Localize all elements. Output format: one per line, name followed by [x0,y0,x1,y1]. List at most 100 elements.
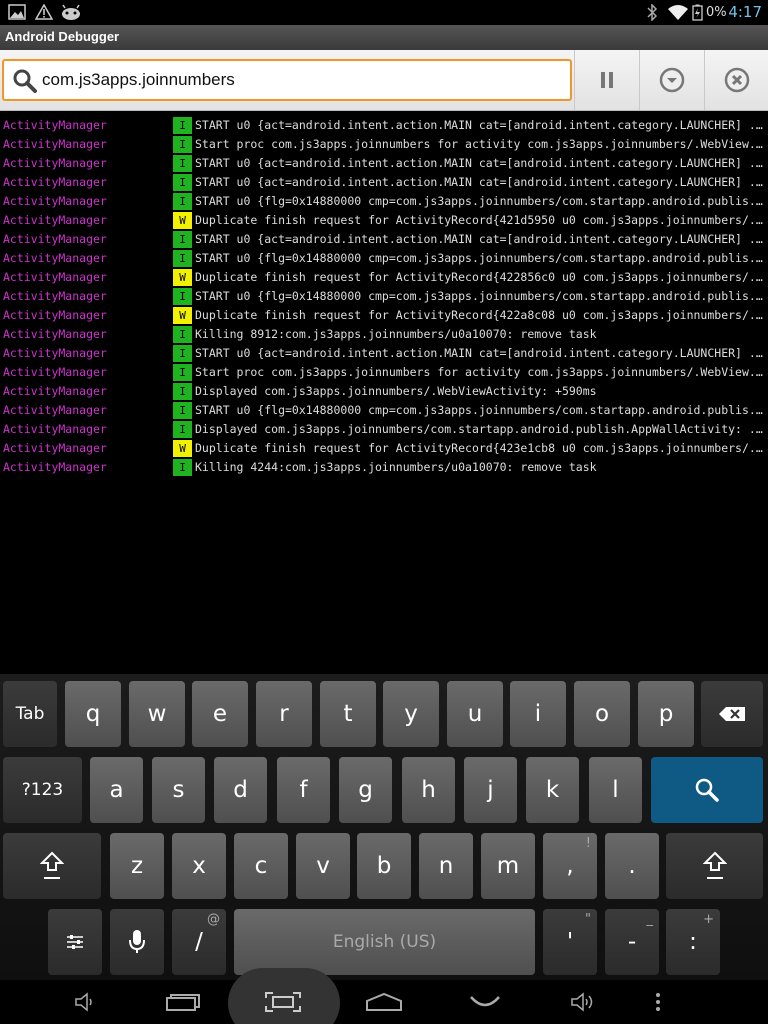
log-tag: ActivityManager [3,175,107,189]
app-title: Android Debugger [5,29,120,44]
navigation-bar [0,968,768,1024]
key-symbols[interactable]: ?123 [3,757,82,823]
log-message: Killing 4244:com.js3apps.joinnumbers/u0a… [195,460,597,474]
log-row[interactable]: ActivityManager I Killing 8912:com.js3apps… [0,325,768,344]
log-row[interactable]: ActivityManager I START u0 {act=android.in… [0,116,768,135]
title-bar: Android Debugger [0,25,768,50]
screenshot-button[interactable] [258,980,308,1024]
warning-icon [34,3,54,24]
key-search[interactable] [651,757,763,823]
recent-apps-button[interactable] [158,980,208,1024]
log-tag: ActivityManager [3,365,107,379]
log-row[interactable]: ActivityManager W Duplicate finish request… [0,439,768,458]
key-dash[interactable]: - _ [605,909,659,975]
log-message: START u0 {act=android.intent.action.MAIN… [195,156,765,170]
log-row[interactable]: ActivityManager I Displayed com.js3apps.jo… [0,382,768,401]
key-p[interactable]: p [638,681,694,747]
key-g[interactable]: g [339,757,392,823]
log-message: START u0 {flg=0x14880000 cmp=com.js3apps… [195,403,765,417]
log-row[interactable]: ActivityManager I START u0 {flg=0x14880000… [0,192,768,211]
log-row[interactable]: ActivityManager I START u0 {act=android.in… [0,154,768,173]
log-row[interactable]: ActivityManager W Duplicate finish request… [0,211,768,230]
key-comma-hint: ! [585,836,591,851]
key-w[interactable]: w [129,681,185,747]
log-row[interactable]: ActivityManager I Start proc com.js3apps.j… [0,363,768,382]
soft-keyboard: Tab q w e r t y u i o p ?123 a s d f g h… [0,674,768,980]
log-message: START u0 {flg=0x14880000 cmp=com.js3apps… [195,194,765,208]
key-o[interactable]: o [574,681,630,747]
key-i[interactable]: i [510,681,566,747]
key-r[interactable]: r [256,681,312,747]
search-input[interactable] [42,70,562,90]
key-b[interactable]: b [357,833,411,899]
key-apostrophe-label: ' [566,929,574,955]
log-level-badge: I [173,193,192,210]
log-tag: ActivityManager [3,346,107,360]
back-button[interactable] [460,980,510,1024]
search-box[interactable] [2,59,572,101]
log-row[interactable]: ActivityManager I Start proc com.js3apps.j… [0,135,768,154]
key-j[interactable]: j [464,757,517,823]
pause-button[interactable] [574,50,639,110]
menu-button[interactable] [640,980,676,1024]
key-v[interactable]: v [296,833,350,899]
key-z[interactable]: z [110,833,164,899]
log-level-badge: I [173,288,192,305]
log-row[interactable]: ActivityManager W Duplicate finish request… [0,306,768,325]
key-shift-right[interactable] [666,833,763,899]
key-apostrophe[interactable]: ' " [543,909,597,975]
log-level-badge: W [173,440,192,457]
log-row[interactable]: ActivityManager I START u0 {flg=0x14880000… [0,249,768,268]
key-n[interactable]: n [419,833,473,899]
key-space[interactable]: English (US) [234,909,535,975]
log-message: START u0 {act=android.intent.action.MAIN… [195,118,765,132]
key-d[interactable]: d [214,757,267,823]
log-level-badge: I [173,136,192,153]
clear-button[interactable] [704,50,768,110]
key-s[interactable]: s [152,757,205,823]
key-voice[interactable] [110,909,164,975]
key-h[interactable]: h [402,757,455,823]
key-c[interactable]: c [234,833,288,899]
log-tag: ActivityManager [3,289,107,303]
key-e[interactable]: e [192,681,248,747]
key-colon[interactable]: : + [666,909,720,975]
log-row[interactable]: ActivityManager I Killing 4244:com.js3apps… [0,458,768,477]
key-tab[interactable]: Tab [3,681,57,747]
key-a[interactable]: a [90,757,143,823]
log-row[interactable]: ActivityManager I START u0 {flg=0x14880000… [0,287,768,306]
key-u[interactable]: u [447,681,503,747]
log-message: Displayed com.js3apps.joinnumbers/.WebVi… [195,384,597,398]
key-l[interactable]: l [589,757,642,823]
log-tag: ActivityManager [3,156,107,170]
log-message: Killing 8912:com.js3apps.joinnumbers/u0a… [195,327,597,341]
key-k[interactable]: k [526,757,579,823]
log-row[interactable]: ActivityManager I Displayed com.js3apps.jo… [0,420,768,439]
log-row[interactable]: ActivityManager I START u0 {act=android.in… [0,173,768,192]
key-y[interactable]: y [383,681,439,747]
log-row[interactable]: ActivityManager I START u0 {flg=0x14880000… [0,401,768,420]
log-message: Start proc com.js3apps.joinnumbers for a… [195,365,765,379]
log-row[interactable]: ActivityManager W Duplicate finish request… [0,268,768,287]
image-icon [8,4,26,24]
filter-button[interactable] [639,50,704,110]
log-row[interactable]: ActivityManager I START u0 {act=android.in… [0,230,768,249]
volume-down-button[interactable] [60,980,110,1024]
log-message: START u0 {act=android.intent.action.MAIN… [195,175,765,189]
key-settings[interactable] [48,909,102,975]
log-message: START u0 {flg=0x14880000 cmp=com.js3apps… [195,289,765,303]
key-f[interactable]: f [277,757,330,823]
volume-up-button[interactable] [558,980,608,1024]
key-t[interactable]: t [320,681,376,747]
log-tag: ActivityManager [3,460,107,474]
log-level-badge: W [173,307,192,324]
log-row[interactable]: ActivityManager I START u0 {act=android.in… [0,344,768,363]
key-slash[interactable]: / @ [172,909,226,975]
key-shift-left[interactable] [3,833,101,899]
key-backspace[interactable] [701,681,763,747]
key-m[interactable]: m [481,833,535,899]
log-list[interactable]: ActivityManager I START u0 {act=android.in… [0,116,768,676]
home-button[interactable] [359,980,409,1024]
battery-icon [692,4,703,25]
key-q[interactable]: q [65,681,121,747]
